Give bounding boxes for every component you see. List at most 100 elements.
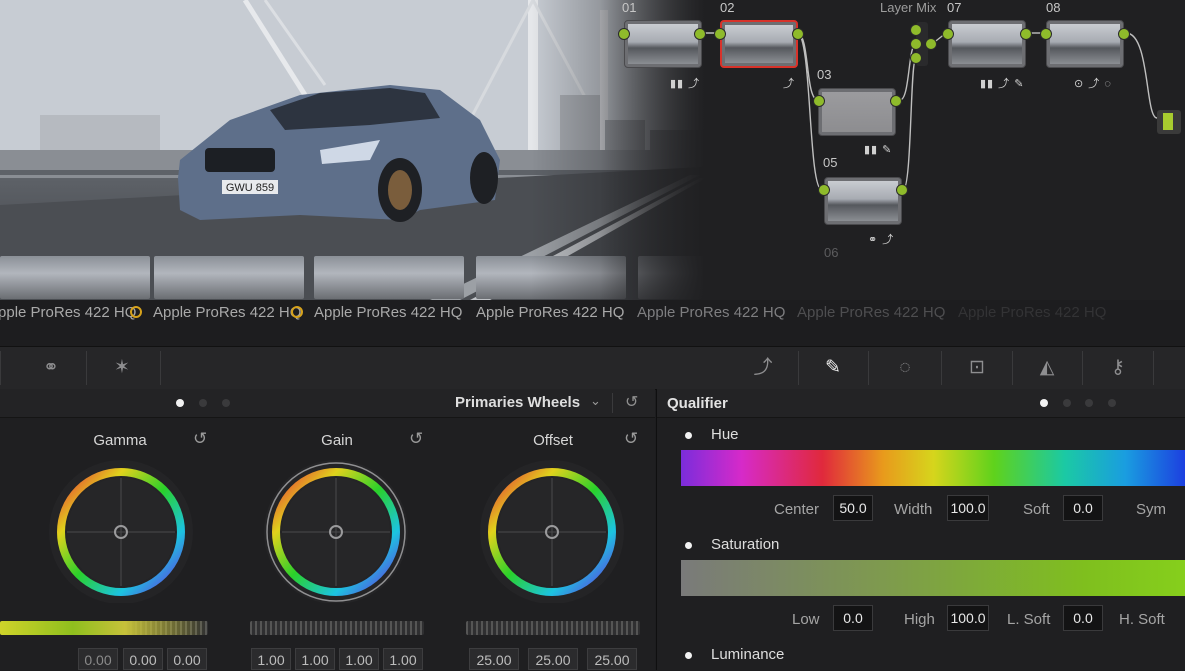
gain-master-slider[interactable] [250, 621, 424, 635]
key-icon[interactable]: ⚷ [1105, 355, 1131, 381]
page-dot[interactable] [222, 399, 230, 407]
wheels-header: Primaries Wheels ⌄ ↺ [0, 389, 655, 418]
node-05[interactable] [824, 177, 902, 225]
offset-color-wheel[interactable] [477, 453, 627, 603]
layer-mixer-input[interactable] [910, 38, 922, 50]
node-07[interactable] [948, 20, 1026, 68]
node-output-port[interactable] [890, 95, 902, 107]
qualifier-title: Qualifier [667, 395, 728, 412]
luminance-enable-dot[interactable] [685, 652, 692, 659]
gain-color-wheel[interactable] [261, 453, 411, 603]
palette-toolbar: ⚭ ✶ ⤴ ✎ ◌ ⊡ ◭ ⚷ [0, 346, 1185, 390]
saturation-range-bar[interactable] [681, 560, 1185, 596]
layer-mixer-output[interactable] [925, 38, 937, 50]
hue-soft-input[interactable]: 0.0 [1063, 495, 1103, 521]
reset-offset-icon[interactable]: ↺ [624, 429, 638, 449]
qualifier-panel: Qualifier Hue Center 50.0 Width 100.0 So… [656, 389, 1185, 670]
hue-range-bar[interactable] [681, 450, 1185, 486]
offset-value[interactable]: 25.00 [528, 648, 578, 670]
offset-value[interactable]: 25.00 [469, 648, 519, 670]
qualifier-picker-icon[interactable]: ✎ [820, 355, 846, 381]
layer-mix-label: Layer Mix [880, 0, 937, 15]
high-soft-label: H. Soft [1119, 611, 1165, 628]
page-dot[interactable] [1108, 399, 1116, 407]
reset-gain-icon[interactable]: ↺ [409, 429, 423, 449]
node-label: 06 [824, 245, 839, 260]
node-output-port[interactable] [694, 28, 706, 40]
gain-value[interactable]: 1.00 [251, 648, 291, 670]
node-label: 02 [720, 0, 735, 15]
primaries-wheels-panel: Primaries Wheels ⌄ ↺ Gamma ↺ 0.00 0.00 0… [0, 389, 655, 670]
reset-all-icon[interactable]: ↺ [625, 392, 638, 412]
clip-flag-icon [291, 306, 303, 318]
clip-flag-icon [130, 306, 142, 318]
curves-icon[interactable]: ⤴ [750, 355, 776, 381]
gain-value[interactable]: 1.00 [295, 648, 335, 670]
node-output-port[interactable] [1020, 28, 1032, 40]
saturation-low-input[interactable]: 0.0 [833, 605, 873, 631]
tracker-icon[interactable]: ⊡ [964, 355, 990, 381]
low-label: Low [792, 611, 820, 628]
chevron-down-icon[interactable]: ⌄ [590, 393, 601, 409]
clip-thumbnail[interactable] [314, 256, 464, 299]
hue-center-input[interactable]: 50.0 [833, 495, 873, 521]
gamma-master-slider[interactable] [0, 621, 208, 635]
wheel-label-offset: Offset [533, 432, 573, 449]
node-input-port[interactable] [942, 28, 954, 40]
node-input-port[interactable] [1040, 28, 1052, 40]
hue-enable-dot[interactable] [685, 432, 692, 439]
saturation-label: Saturation [711, 536, 780, 553]
window-icon[interactable]: ◌ [892, 355, 918, 381]
wheels-mode-dropdown[interactable]: Primaries Wheels [455, 394, 580, 411]
node-08[interactable] [1046, 20, 1124, 68]
node-input-port[interactable] [618, 28, 630, 40]
gain-value[interactable]: 1.00 [383, 648, 423, 670]
gain-value[interactable]: 1.00 [339, 648, 379, 670]
gamma-color-wheel[interactable] [46, 453, 196, 603]
node-output-port[interactable] [1118, 28, 1130, 40]
clip-thumbnail[interactable] [0, 256, 150, 299]
offset-master-slider[interactable] [466, 621, 640, 635]
node-tool-icons: ▮▮ ⤴ ✎ [980, 78, 1025, 90]
gamma-value[interactable]: 0.00 [167, 648, 207, 670]
saturation-high-input[interactable]: 100.0 [947, 605, 989, 631]
page-dot-active[interactable] [176, 399, 184, 407]
clip-label-row: Apple ProRes 422 HQ Apple ProRes 422 HQ … [0, 304, 1185, 330]
page-dot[interactable] [199, 399, 207, 407]
node-label: 01 [622, 0, 637, 15]
clip-thumbnail[interactable] [154, 256, 304, 299]
clip-label: Apple ProRes 422 HQ [476, 304, 625, 321]
blur-icon[interactable]: ◭ [1034, 355, 1060, 381]
node-input-port[interactable] [818, 184, 830, 196]
clip-label: Apple ProRes 422 HQ [0, 304, 137, 321]
node-input-port[interactable] [813, 95, 825, 107]
saturation-low-soft-input[interactable]: 0.0 [1063, 605, 1103, 631]
luminance-label: Luminance [711, 646, 785, 663]
gamma-value[interactable]: 0.00 [78, 648, 118, 670]
license-plate: GWU 859 [226, 182, 274, 194]
node-input-port[interactable] [714, 28, 726, 40]
saturation-enable-dot[interactable] [685, 542, 692, 549]
page-dot[interactable] [1085, 399, 1093, 407]
sym-label: Sym [1136, 501, 1166, 518]
page-dot[interactable] [1063, 399, 1071, 407]
offset-value[interactable]: 25.00 [587, 648, 637, 670]
node-output-port[interactable] [792, 28, 804, 40]
reset-gamma-icon[interactable]: ↺ [193, 429, 207, 449]
node-02-selected[interactable] [720, 20, 798, 68]
nodes-icon[interactable]: ⚭ [38, 355, 64, 381]
layer-mixer-input[interactable] [910, 24, 922, 36]
node-output-port[interactable] [896, 184, 908, 196]
wheel-label-gain: Gain [321, 432, 353, 449]
node-03[interactable] [818, 88, 896, 136]
clip-label: Apple ProRes 422 HQ [637, 304, 786, 321]
output-node[interactable] [1157, 110, 1181, 134]
low-soft-label: L. Soft [1007, 611, 1051, 628]
gamma-value[interactable]: 0.00 [123, 648, 163, 670]
hue-label: Hue [711, 426, 739, 443]
node-01[interactable] [624, 20, 702, 68]
star-icon[interactable]: ✶ [109, 355, 135, 381]
hue-width-input[interactable]: 100.0 [947, 495, 989, 521]
layer-mixer-input[interactable] [910, 52, 922, 64]
page-dot-active[interactable] [1040, 399, 1048, 407]
